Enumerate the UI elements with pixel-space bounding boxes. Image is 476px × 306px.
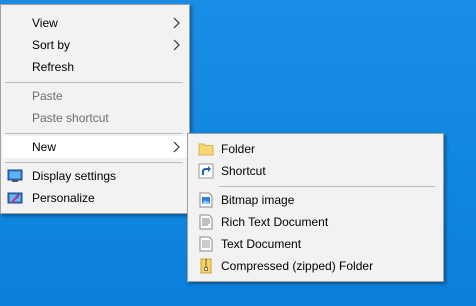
- zip-folder-label: Compressed (zipped) Folder: [221, 259, 374, 273]
- folder-icon: [198, 143, 214, 156]
- submenu-item-folder[interactable]: Folder: [190, 138, 441, 160]
- view-label: View: [32, 16, 58, 30]
- menu-item-view[interactable]: View: [3, 12, 187, 34]
- menu-item-display-settings[interactable]: Display settings: [3, 165, 187, 187]
- bitmap-icon: [199, 192, 213, 208]
- submenu-item-text-document[interactable]: Text Document: [190, 233, 441, 255]
- menu-separator: [5, 82, 183, 83]
- rich-text-label: Rich Text Document: [221, 215, 329, 229]
- menu-item-paste-shortcut[interactable]: Paste shortcut: [3, 107, 187, 129]
- menu-separator: [5, 133, 183, 134]
- submenu-item-bitmap[interactable]: Bitmap image: [190, 189, 441, 211]
- bitmap-label: Bitmap image: [221, 193, 295, 207]
- shortcut-icon: [198, 163, 214, 179]
- refresh-label: Refresh: [32, 60, 75, 74]
- personalize-label: Personalize: [32, 191, 95, 205]
- chevron-right-icon: [173, 141, 180, 153]
- chevron-right-icon: [173, 17, 180, 29]
- personalize-icon: [7, 192, 23, 204]
- desktop[interactable]: { "context_menu": { "view_label": "View"…: [0, 0, 476, 306]
- paste-label: Paste: [32, 89, 63, 103]
- folder-label: Folder: [221, 142, 256, 156]
- new-label: New: [32, 140, 57, 154]
- menu-item-refresh[interactable]: Refresh: [3, 56, 187, 78]
- menu-separator: [5, 162, 183, 163]
- sort-by-label: Sort by: [32, 38, 71, 52]
- desktop-context-menu: View Sort by Refresh Paste Paste shortcu…: [0, 4, 190, 214]
- text-document-label: Text Document: [221, 237, 302, 251]
- paste-shortcut-label: Paste shortcut: [32, 111, 109, 125]
- rich-text-icon: [199, 214, 213, 230]
- submenu-item-shortcut[interactable]: Shortcut: [190, 160, 441, 182]
- menu-item-personalize[interactable]: Personalize: [3, 187, 187, 209]
- menu-item-paste[interactable]: Paste: [3, 85, 187, 107]
- shortcut-label: Shortcut: [221, 164, 266, 178]
- display-icon: [7, 169, 23, 182]
- new-submenu: Folder Shortcut Bitmap image Rich Text D…: [187, 133, 444, 282]
- chevron-right-icon: [173, 39, 180, 51]
- submenu-item-rich-text[interactable]: Rich Text Document: [190, 211, 441, 233]
- submenu-separator: [219, 186, 435, 187]
- display-settings-label: Display settings: [32, 169, 117, 183]
- menu-item-new[interactable]: New: [3, 136, 187, 158]
- menu-item-sort-by[interactable]: Sort by: [3, 34, 187, 56]
- submenu-item-zip-folder[interactable]: Compressed (zipped) Folder: [190, 255, 441, 277]
- zip-folder-icon: [200, 258, 212, 274]
- text-document-icon: [199, 236, 213, 252]
